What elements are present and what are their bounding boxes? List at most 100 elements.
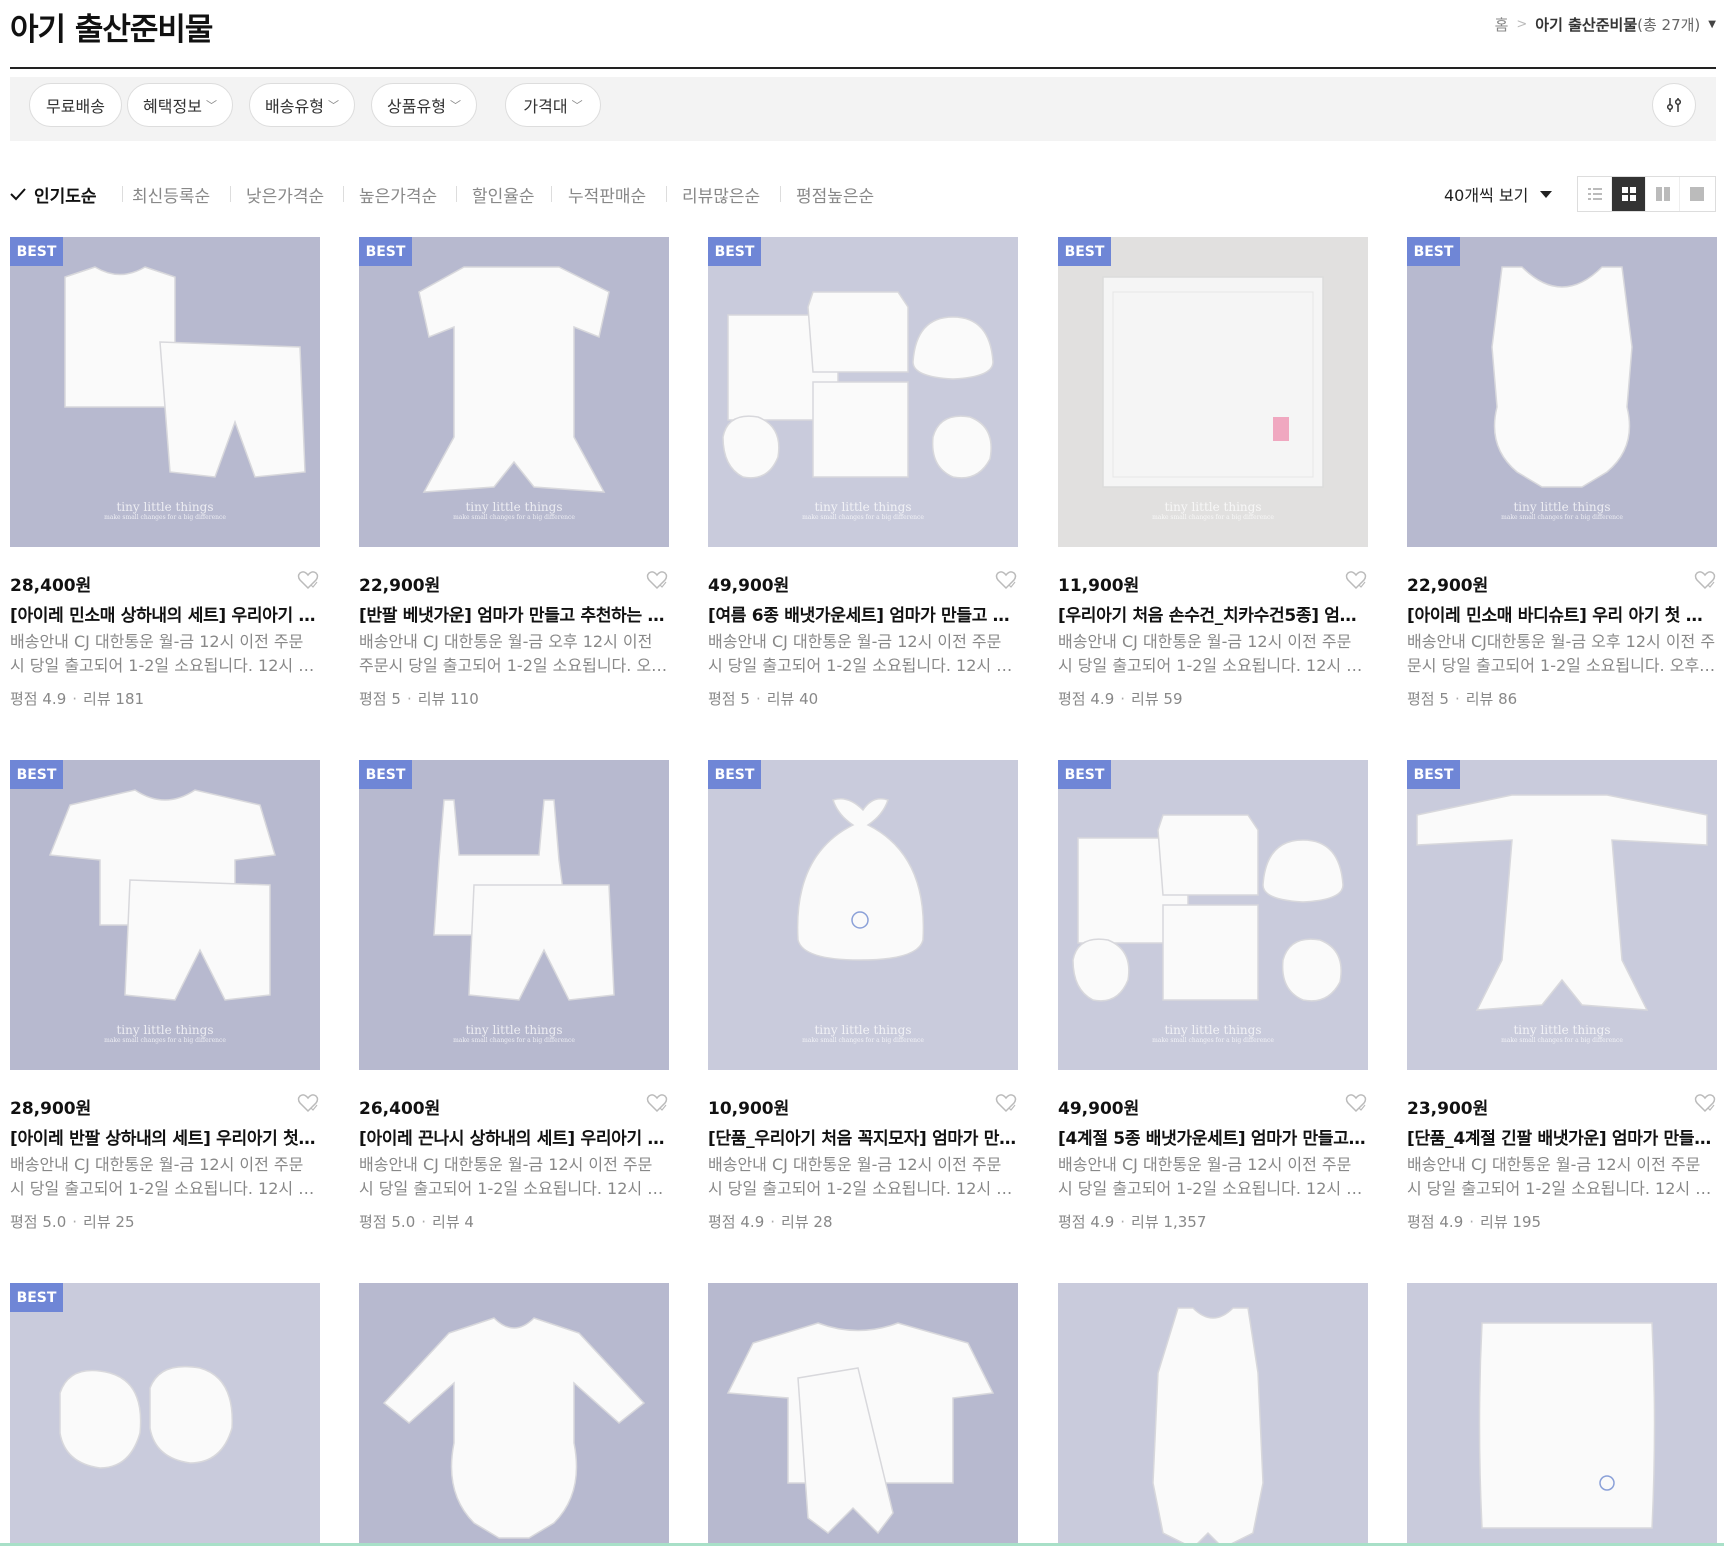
rating-value: 5.0 — [42, 1213, 67, 1231]
chevron-down-icon: ﹀ — [571, 99, 583, 112]
product-thumbnail[interactable] — [359, 1283, 669, 1546]
sort-sales[interactable]: 누적판매순 — [568, 182, 646, 207]
heart-icon[interactable] — [1344, 568, 1368, 592]
filter-chip-label: 상품유형 — [387, 97, 446, 116]
product-thumbnail[interactable]: tiny little things make small changes for… — [1058, 237, 1368, 547]
two-column-view-icon — [1655, 187, 1670, 201]
product-description: 배송안내 CJ 대한통운 월-금 12시 이전 주문 시 당일 출고되어 1-2… — [708, 632, 1011, 675]
product-thumbnail[interactable] — [708, 1283, 1018, 1546]
heart-icon[interactable] — [1344, 1091, 1368, 1115]
heart-icon[interactable] — [645, 568, 669, 592]
product-thumbnail[interactable]: tiny little things make small changes for… — [10, 760, 320, 1070]
sort-highest-price[interactable]: 높은가격순 — [359, 182, 437, 207]
heart-icon[interactable] — [1693, 568, 1717, 592]
filter-settings-button[interactable] — [1652, 83, 1696, 127]
product-rating: 평점 5 · 리뷰 86 — [1407, 690, 1518, 708]
tee-pants-image — [726, 1322, 995, 1535]
product-name[interactable]: [단품_우리아기 처음 꼭지모자] 엄마가 만들고 추천하는 — [708, 1124, 1018, 1149]
product-description: 배송안내 CJ 대한통운 월-금 12시 이전 주문 시 당일 출고되어 1-2… — [1407, 1155, 1710, 1198]
product-description: 배송안내 CJ 대한통운 월-금 12시 이전 주문 시 당일 출고되어 1-2… — [1058, 632, 1361, 675]
rating-value: 5.0 — [391, 1213, 416, 1231]
product-price: 26,400원 — [359, 1099, 441, 1119]
product-name[interactable]: [아이레 반팔 상하내의 세트] 우리아기 첫 내의 — [10, 1124, 320, 1149]
brand-watermark: tiny little things make small changes for… — [104, 500, 226, 521]
heart-icon[interactable] — [296, 1091, 320, 1115]
breadcrumb-home[interactable]: 홈 — [1495, 14, 1509, 35]
product-name[interactable]: [우리아기 처음 손수건_치카수건5종] 엄마가 만든 — [1058, 601, 1368, 626]
sort-rating[interactable]: 평점높은순 — [796, 182, 874, 207]
product-name[interactable]: [4계절 5종 배냇가운세트] 엄마가 만들고 추천하는 — [1058, 1124, 1368, 1149]
product-description: 배송안내 CJ 대한통운 월-금 12시 이전 주문 시 당일 출고되어 1-2… — [10, 632, 313, 675]
product-thumbnail[interactable]: tiny little things make small changes for… — [359, 237, 669, 547]
breadcrumb-separator: > — [1516, 17, 1528, 32]
product-thumbnail[interactable]: tiny little things make small changes for… — [1407, 237, 1717, 547]
breadcrumb-current[interactable]: 아기 출산준비물(총 27개) — [1535, 14, 1700, 35]
sort-popular[interactable]: 인기도순 — [34, 182, 97, 207]
rating-value: 4.9 — [42, 690, 67, 708]
sort-divider — [122, 186, 123, 202]
review-count: 40 — [799, 690, 819, 708]
per-page-select[interactable]: 40개씩 보기 — [1444, 182, 1553, 206]
view-list-button[interactable] — [1578, 177, 1612, 211]
product-thumbnail[interactable]: tiny little things make small changes for… — [1058, 760, 1368, 1070]
filter-chip-product-type[interactable]: 상품유형 ﹀ — [371, 83, 477, 127]
view-large-grid-button[interactable] — [1646, 177, 1680, 211]
product-thumbnail[interactable] — [1407, 1283, 1717, 1546]
filter-chip-price-range[interactable]: 가격대 ﹀ — [505, 83, 601, 127]
grid-view-icon — [1621, 187, 1636, 201]
product-thumbnail[interactable]: tiny little things make small changes for… — [1407, 760, 1717, 1070]
product-name[interactable]: [아이레 민소매 바디슈트] 우리 아기 첫 바디슈트 — [1407, 601, 1717, 626]
product-name[interactable]: [아이레 끈나시 상하내의 세트] 우리아기 첫 내의 — [359, 1124, 669, 1149]
product-name[interactable]: [반팔 베냇가운] 엄마가 만들고 추천하는 우리아기 첫 옷 — [359, 601, 669, 626]
rating-value: 5 — [1439, 690, 1449, 708]
sort-divider — [230, 186, 231, 202]
heart-icon[interactable] — [994, 1091, 1018, 1115]
product-price: 23,900원 — [1407, 1099, 1489, 1119]
sort-newest[interactable]: 최신등록순 — [132, 182, 210, 207]
product-price: 22,900원 — [1407, 576, 1489, 596]
product-thumbnail[interactable]: BEST — [10, 1283, 320, 1546]
sliders-icon — [1666, 98, 1682, 112]
checkmark-icon — [10, 188, 26, 201]
sort-reviews[interactable]: 리뷰많은순 — [682, 182, 760, 207]
caret-down-icon[interactable]: ▼ — [1708, 19, 1716, 30]
product-rating: 평점 4.9 · 리뷰 181 — [10, 690, 145, 708]
mittens-image — [59, 1365, 233, 1469]
filter-chip-shipping-type[interactable]: 배송유형 ﹀ — [249, 83, 355, 127]
product-rating: 평점 5 · 리뷰 110 — [359, 690, 479, 708]
filter-chip-label: 혜택정보 — [143, 97, 202, 116]
list-view-icon — [1587, 188, 1602, 200]
review-count: 28 — [813, 1213, 833, 1231]
product-rating: 평점 4.9 · 리뷰 195 — [1407, 1213, 1542, 1231]
view-single-button[interactable] — [1680, 177, 1714, 211]
product-name[interactable]: [여름 6종 배냇가운세트] 엄마가 만들고 추천하는 — [708, 601, 1018, 626]
best-badge: BEST — [359, 760, 412, 789]
view-grid-button[interactable] — [1612, 177, 1646, 211]
heart-icon[interactable] — [645, 1091, 669, 1115]
filter-chip-free-shipping[interactable]: 무료배송 — [29, 83, 122, 127]
triangle-down-icon — [1540, 190, 1553, 198]
rating-value: 4.9 — [740, 1213, 765, 1231]
product-price: 10,900원 — [708, 1099, 790, 1119]
review-count: 181 — [115, 690, 145, 708]
product-thumbnail[interactable]: tiny little things make small changes for… — [708, 237, 1018, 547]
product-thumbnail[interactable] — [1058, 1283, 1368, 1546]
product-thumbnail[interactable]: tiny little things make small changes for… — [359, 760, 669, 1070]
heart-icon[interactable] — [994, 568, 1018, 592]
best-badge: BEST — [708, 237, 761, 266]
brand-watermark: tiny little things make small changes for… — [453, 1023, 575, 1044]
product-thumbnail[interactable]: tiny little things make small changes for… — [708, 760, 1018, 1070]
product-name[interactable]: [단품_4계절 긴팔 배냇가운] 엄마가 만들고 추천하는 — [1407, 1124, 1717, 1149]
product-name[interactable]: [아이레 민소매 상하내의 세트] 우리아기 첫 내의 — [10, 601, 320, 626]
product-thumbnail[interactable]: tiny little things make small changes for… — [10, 237, 320, 547]
best-badge: BEST — [359, 237, 412, 266]
sort-lowest-price[interactable]: 낮은가격순 — [246, 182, 324, 207]
product-price: 11,900원 — [1058, 576, 1140, 596]
heart-icon[interactable] — [296, 568, 320, 592]
filter-chip-benefits[interactable]: 혜택정보 ﹀ — [127, 83, 233, 127]
best-badge: BEST — [708, 760, 761, 789]
sort-discount[interactable]: 할인율순 — [472, 182, 535, 207]
product-price: 49,900원 — [1058, 1099, 1140, 1119]
heart-icon[interactable] — [1693, 1091, 1717, 1115]
sort-bar: 인기도순 최신등록순 낮은가격순 높은가격순 할인율순 누적판매순 리뷰많은순 … — [10, 176, 1716, 212]
